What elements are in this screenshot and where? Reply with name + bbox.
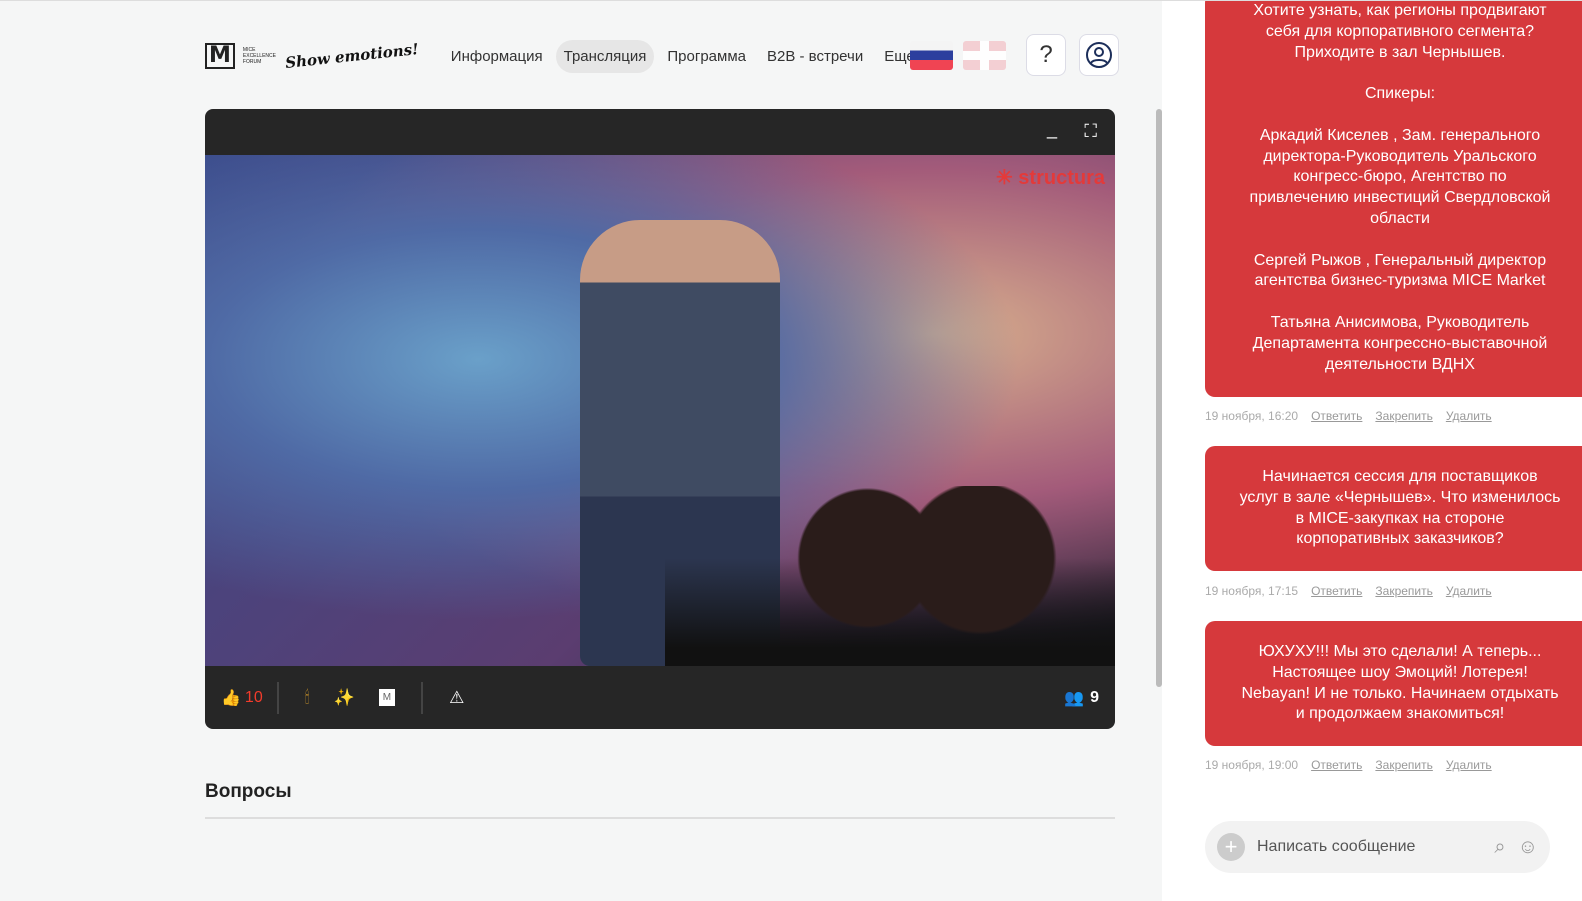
pin-link[interactable]: Закрепить [1375, 409, 1432, 423]
pin-link[interactable]: Закрепить [1375, 584, 1432, 598]
message-meta: 19 ноября, 19:00 Ответить Закрепить Удалить [1205, 758, 1492, 772]
video-player: _ ⛶ ✳ structura 👍 10 🕯 ✨ M ⚠ 👥 9 [205, 109, 1115, 729]
torch-reaction-icon[interactable]: 🕯 [305, 688, 310, 708]
emoji-icon[interactable]: ☺ [1518, 836, 1538, 859]
audience [665, 486, 1115, 666]
delete-link[interactable]: Удалить [1446, 409, 1492, 423]
nav-b2b[interactable]: B2B - встречи [759, 40, 871, 73]
divider [205, 817, 1115, 819]
logo-script: Show emotions! [284, 40, 420, 72]
help-button[interactable]: ? [1026, 34, 1066, 76]
logo-text: MICE EXCELLENCE FORUM [242, 47, 276, 65]
sparkle-reaction-icon[interactable]: ✨ [334, 688, 355, 708]
thumbs-up-icon: 👍 [221, 689, 241, 707]
message-time: 19 ноября, 17:15 [1205, 584, 1299, 598]
reply-link[interactable]: Ответить [1311, 758, 1362, 772]
reply-link[interactable]: Ответить [1311, 584, 1362, 598]
nav-program[interactable]: Программа [659, 40, 754, 73]
search-icon[interactable]: ⌕ [1494, 836, 1505, 859]
message-input[interactable]: + Написать сообщение ⌕ ☺ [1205, 821, 1550, 873]
message-meta: 19 ноября, 16:20 Ответить Закрепить Удалить [1205, 409, 1492, 423]
delete-link[interactable]: Удалить [1446, 584, 1492, 598]
lang-ru-flag[interactable] [910, 41, 953, 70]
users-icon: 👥 [1064, 689, 1085, 707]
help-icon: ? [1039, 41, 1053, 68]
logo-reaction-icon[interactable]: M [378, 689, 396, 706]
chat-message: Хотите узнать, как регионы продвигают се… [1205, 1, 1582, 397]
fullscreen-icon[interactable]: ⛶ [1084, 121, 1097, 142]
questions-heading: Вопросы [205, 781, 292, 802]
minimize-icon[interactable]: _ [1047, 119, 1057, 140]
brand-text: structura [1018, 167, 1105, 189]
viewer-number: 9 [1090, 688, 1099, 706]
player-topbar: _ ⛶ [205, 109, 1115, 155]
player-controls: 👍 10 🕯 ✨ M ⚠ 👥 9 [205, 666, 1115, 729]
message-time: 19 ноября, 16:20 [1205, 409, 1299, 423]
viewer-count: 👥 9 [1064, 688, 1099, 708]
brand-watermark: ✳ structura [995, 167, 1105, 189]
like-button[interactable]: 👍 10 [221, 688, 263, 708]
reply-link[interactable]: Ответить [1311, 409, 1362, 423]
chat-message: Начинается сессия для поставщиков услуг … [1205, 446, 1582, 571]
nav-info[interactable]: Информация [443, 40, 551, 73]
plus-icon[interactable]: + [1217, 833, 1245, 861]
message-meta: 19 ноября, 17:15 Ответить Закрепить Удалить [1205, 584, 1492, 598]
user-icon [1086, 42, 1112, 68]
delete-link[interactable]: Удалить [1446, 758, 1492, 772]
pin-link[interactable]: Закрепить [1375, 758, 1432, 772]
video-frame[interactable]: ✳ structura [205, 155, 1115, 666]
chat-panel: Хотите узнать, как регионы продвигают се… [1162, 1, 1582, 901]
message-placeholder: Написать сообщение [1257, 838, 1416, 855]
divider [276, 681, 279, 714]
profile-button[interactable] [1079, 34, 1119, 76]
warning-icon[interactable]: ⚠ [449, 688, 464, 708]
logo[interactable]: M MICE EXCELLENCE FORUM Show emotions! [205, 40, 420, 72]
logo-mark: M [205, 43, 235, 69]
lang-en-flag[interactable] [963, 41, 1006, 70]
chat-message: ЮХУХУ!!! Мы это сделали! А теперь... Нас… [1205, 621, 1582, 746]
nav-stream[interactable]: Трансляция [555, 39, 655, 73]
divider [421, 681, 424, 714]
message-time: 19 ноября, 19:00 [1205, 758, 1299, 772]
top-nav: M MICE EXCELLENCE FORUM Show emotions! И… [205, 37, 945, 75]
like-count: 10 [244, 688, 263, 706]
